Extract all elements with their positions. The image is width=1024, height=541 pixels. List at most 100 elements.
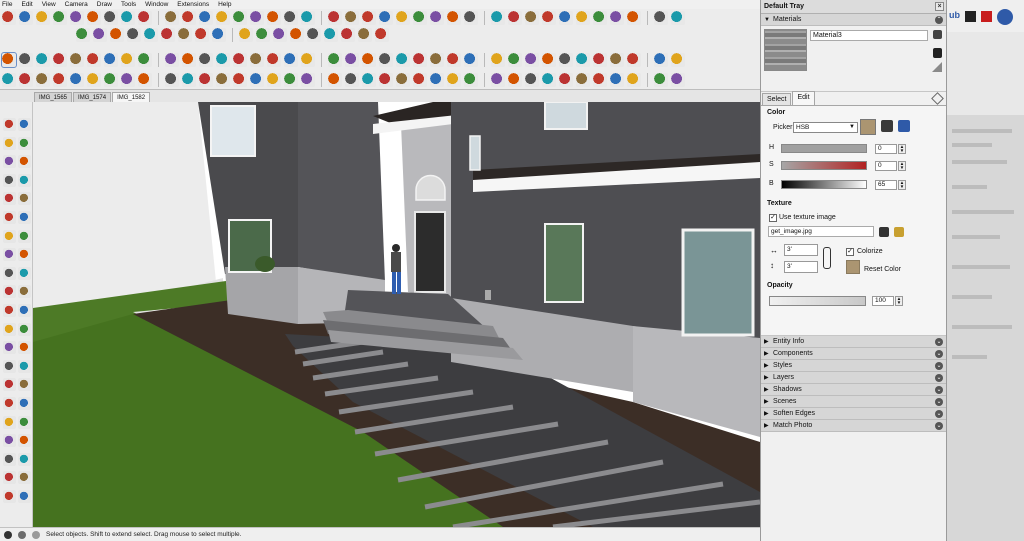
- toolbar-tool-icon[interactable]: [627, 53, 641, 67]
- toolbar-tool-icon[interactable]: [307, 28, 321, 42]
- toolbar-tool-icon[interactable]: [525, 11, 539, 25]
- toolbar-tool-icon[interactable]: [328, 73, 342, 87]
- toolbar-tool-icon[interactable]: [362, 11, 376, 25]
- toolbar-tool-icon[interactable]: [127, 28, 141, 42]
- menu-camera[interactable]: Camera: [65, 0, 88, 9]
- tool-icon[interactable]: [18, 341, 31, 355]
- tool-icon[interactable]: [3, 285, 16, 299]
- material-preview[interactable]: [764, 29, 807, 71]
- tool-icon[interactable]: [18, 136, 31, 150]
- toolbar-tool-icon[interactable]: [593, 11, 607, 25]
- toolbar-tool-icon[interactable]: [358, 28, 372, 42]
- toolbar-tool-icon[interactable]: [138, 53, 152, 67]
- tool-icon[interactable]: [18, 173, 31, 187]
- create-material-icon[interactable]: [933, 48, 942, 58]
- toolbar-tool-icon[interactable]: [199, 11, 213, 25]
- tool-icon[interactable]: [18, 285, 31, 299]
- toolbar-tool-icon[interactable]: [671, 53, 685, 67]
- toolbar-tool-icon[interactable]: [576, 11, 590, 25]
- toolbar-tool-icon[interactable]: [576, 73, 590, 87]
- toolbar-tool-icon[interactable]: [301, 53, 315, 67]
- toolbar-tool-icon[interactable]: [593, 53, 607, 67]
- menu-help[interactable]: Help: [218, 0, 231, 9]
- tool-icon[interactable]: [3, 359, 16, 373]
- tray-section-entity-info[interactable]: ▶ Entity Info ⌄: [761, 336, 946, 348]
- toolbar-tool-icon[interactable]: [559, 11, 573, 25]
- toolbar-tool-icon[interactable]: [138, 11, 152, 25]
- toolbar-tool-icon[interactable]: [559, 73, 573, 87]
- tool-icon[interactable]: [3, 155, 16, 169]
- material-name-field[interactable]: Material3: [810, 30, 928, 41]
- toolbar-tool-icon[interactable]: [2, 11, 16, 25]
- toolbar-tool-icon[interactable]: [36, 11, 50, 25]
- tool-icon[interactable]: [18, 322, 31, 336]
- toolbar-tool-icon[interactable]: [36, 73, 50, 87]
- tool-icon[interactable]: [3, 452, 16, 466]
- toolbar-tool-icon[interactable]: [328, 53, 342, 67]
- tray-section-soften-edges[interactable]: ▶ Soften Edges ⌄: [761, 408, 946, 420]
- colorize-checkbox[interactable]: ✓: [846, 248, 854, 256]
- scene-tab[interactable]: IMG_1582: [112, 92, 151, 102]
- tool-icon[interactable]: [18, 266, 31, 280]
- tool-icon[interactable]: [18, 211, 31, 224]
- reset-color-label[interactable]: Reset Color: [864, 266, 901, 273]
- toolbar-tool-icon[interactable]: [104, 73, 118, 87]
- toolbar-tool-icon[interactable]: [267, 73, 281, 87]
- tool-icon[interactable]: [18, 397, 31, 410]
- tray-section-shadows[interactable]: ▶ Shadows ⌄: [761, 384, 946, 396]
- opacity-spinner[interactable]: ▲ ▼: [895, 296, 903, 306]
- toolbar-tool-icon[interactable]: [671, 11, 685, 25]
- play-icon[interactable]: [965, 11, 976, 22]
- match-model-color-icon[interactable]: [881, 120, 893, 132]
- toolbar-tool-icon[interactable]: [362, 53, 376, 67]
- toolbar-tool-icon[interactable]: [464, 73, 478, 87]
- toolbar-tool-icon[interactable]: [345, 53, 359, 67]
- toolbar-tool-icon[interactable]: [104, 11, 118, 25]
- tool-icon[interactable]: [18, 378, 31, 392]
- toolbar-tool-icon[interactable]: [508, 73, 522, 87]
- toolbar-tool-icon[interactable]: [593, 73, 607, 87]
- tool-icon[interactable]: [3, 192, 16, 206]
- toolbar-tool-icon[interactable]: [396, 73, 410, 87]
- s-value-field[interactable]: 0: [875, 161, 897, 171]
- toolbar-tool-icon[interactable]: [76, 28, 90, 42]
- tray-section-styles[interactable]: ▶ Styles ⌄: [761, 360, 946, 372]
- toolbar-tool-icon[interactable]: [610, 11, 624, 25]
- toolbar-tool-icon[interactable]: [413, 11, 427, 25]
- expand-icon[interactable]: ⌄: [935, 422, 943, 430]
- toolbar-tool-icon[interactable]: [93, 28, 107, 42]
- toolbar-tool-icon[interactable]: [165, 11, 179, 25]
- toolbar-tool-icon[interactable]: [250, 53, 264, 67]
- toolbar-tool-icon[interactable]: [161, 28, 175, 42]
- texture-height-field[interactable]: 3': [784, 261, 818, 273]
- toolbar-tool-icon[interactable]: [36, 53, 50, 67]
- tool-icon[interactable]: [18, 192, 31, 206]
- toolbar-tool-icon[interactable]: [341, 28, 355, 42]
- tray-section-scenes[interactable]: ▶ Scenes ⌄: [761, 396, 946, 408]
- expand-icon[interactable]: ⌄: [935, 362, 943, 370]
- toolbar-tool-icon[interactable]: [324, 28, 338, 42]
- toolbar-tool-icon[interactable]: [447, 11, 461, 25]
- toolbar-tool-icon[interactable]: [53, 53, 67, 67]
- tool-icon[interactable]: [3, 322, 16, 336]
- tool-icon[interactable]: [18, 415, 31, 429]
- toolbar-tool-icon[interactable]: [525, 73, 539, 87]
- link-aspect-icon[interactable]: [823, 247, 831, 269]
- match-screen-color-icon[interactable]: [898, 120, 910, 132]
- tool-icon[interactable]: [18, 229, 31, 243]
- select-tool-icon[interactable]: [3, 118, 16, 131]
- texture-width-field[interactable]: 3': [784, 244, 818, 256]
- toolbar-tool-icon[interactable]: [284, 73, 298, 87]
- toolbar-tool-icon[interactable]: [627, 11, 641, 25]
- tool-icon[interactable]: [18, 304, 31, 317]
- toolbar-tool-icon[interactable]: [610, 53, 624, 67]
- toolbar-tool-icon[interactable]: [379, 73, 393, 87]
- toolbar-tool-icon[interactable]: [559, 53, 573, 67]
- menu-window[interactable]: Window: [145, 0, 168, 9]
- toolbar-tool-icon[interactable]: [362, 73, 376, 87]
- toolbar-tool-icon[interactable]: [2, 73, 16, 87]
- tool-icon[interactable]: [3, 136, 16, 150]
- tool-icon[interactable]: [3, 211, 16, 224]
- toolbar-tool-icon[interactable]: [290, 28, 304, 42]
- toolbar-tool-icon[interactable]: [396, 53, 410, 67]
